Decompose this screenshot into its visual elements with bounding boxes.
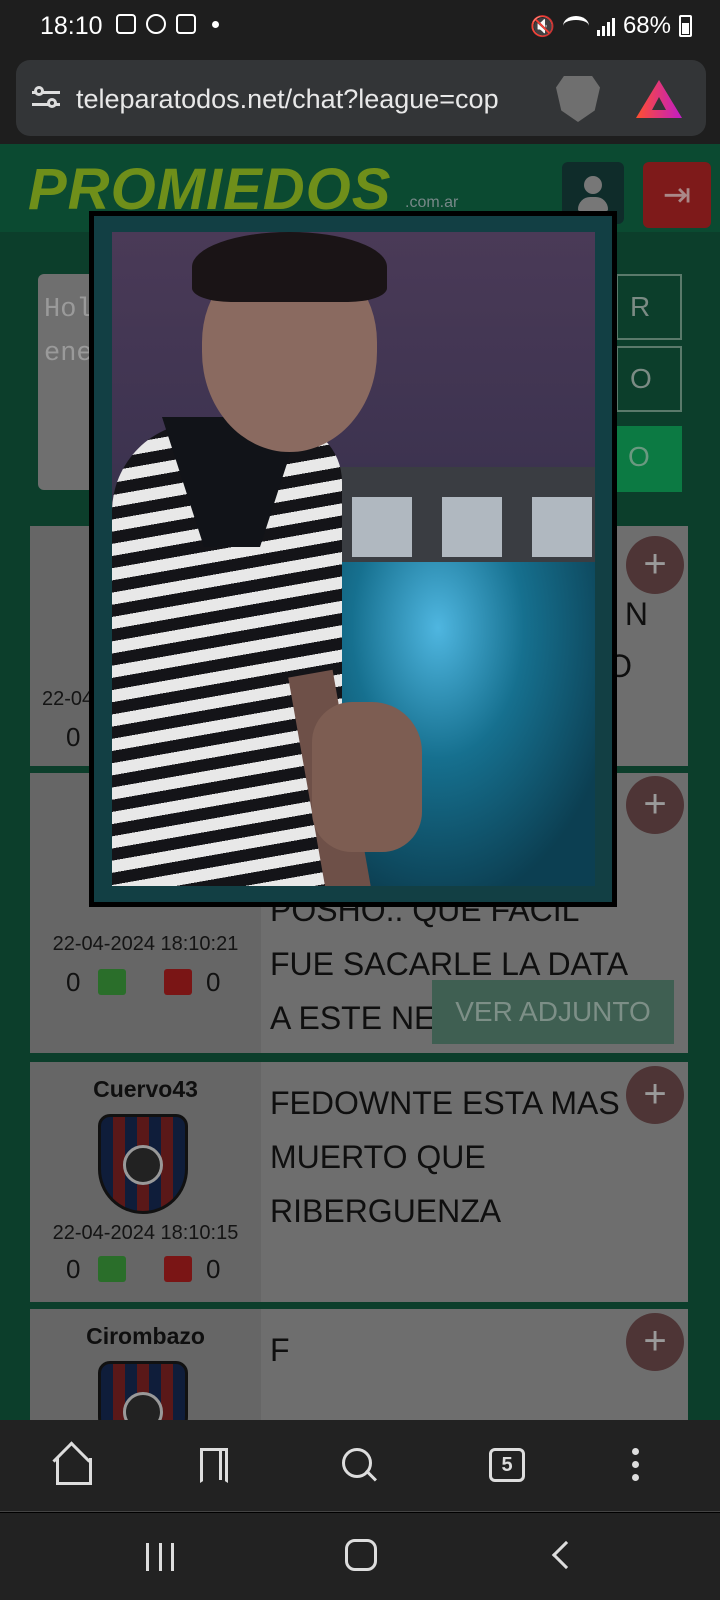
chat-post: Cuervo43 22-04-2024 18:10:15 0 0 FEDOWNT… — [30, 1062, 688, 1302]
photo-background-building — [332, 467, 595, 572]
post-message: FEDOWNTE ESTA MAS MUERTO QUE RIBERGUENZA — [270, 1085, 620, 1229]
view-attachment-button[interactable]: VER ADJUNTO — [432, 980, 674, 1044]
back-icon[interactable] — [551, 1540, 581, 1570]
club-badge-icon — [98, 1114, 188, 1214]
chat-post: Cirombazo F + — [30, 1309, 688, 1420]
photo-person-hand — [312, 702, 422, 852]
compose-button-1[interactable]: R — [616, 274, 682, 340]
wifi-icon — [562, 16, 589, 36]
logout-icon: ⇥ — [662, 176, 692, 214]
signal-icon — [596, 16, 615, 36]
gallery-icon — [116, 14, 136, 34]
system-navigation-bar — [0, 1513, 720, 1600]
recent-apps-icon[interactable] — [146, 1543, 174, 1571]
attachment-photo — [112, 232, 595, 886]
post-date: 22-04-2024 18:10:15 — [52, 1222, 239, 1244]
post-plus-button[interactable]: + — [626, 536, 684, 594]
home-icon[interactable] — [52, 1444, 96, 1488]
bookmark-icon[interactable] — [190, 1444, 234, 1488]
user-icon — [584, 176, 602, 194]
send-button[interactable]: O — [616, 426, 682, 492]
post-plus-button[interactable]: + — [626, 1066, 684, 1124]
mute-icon: 🔇 — [530, 15, 555, 38]
post-plus-button[interactable]: + — [626, 1313, 684, 1371]
site-logo-domain: .com.ar — [405, 194, 459, 211]
attachment-image-modal[interactable] — [89, 211, 617, 907]
address-bar[interactable]: teleparatodos.net/chat?league=cop — [16, 60, 706, 136]
more-menu-icon[interactable] — [632, 1444, 642, 1488]
photo-person-hair — [192, 232, 387, 302]
battery-icon — [679, 15, 692, 37]
system-home-icon[interactable] — [345, 1539, 377, 1571]
status-right: 🔇 68% — [530, 12, 692, 40]
like-count: 0 — [66, 967, 81, 997]
compose-button-2[interactable]: O — [616, 346, 682, 412]
user-icon-body — [578, 197, 608, 211]
post-username[interactable]: Cirombazo — [30, 1323, 261, 1350]
site-settings-icon[interactable] — [32, 85, 60, 111]
url-text[interactable]: teleparatodos.net/chat?league=cop — [76, 84, 556, 115]
thumbs-up-icon[interactable] — [98, 969, 126, 995]
browser-toolbar: teleparatodos.net/chat?league=cop — [0, 52, 720, 144]
battery-percent: 68% — [622, 12, 671, 39]
post-message-fragment: N — [624, 596, 648, 632]
status-time: 18:10 — [40, 12, 103, 40]
post-plus-button[interactable]: + — [626, 776, 684, 834]
search-icon[interactable] — [338, 1444, 382, 1488]
like-count: 0 — [66, 722, 81, 752]
whatsapp-icon — [146, 14, 166, 34]
post-date: 22-04-2024 18:10:21 — [52, 933, 239, 955]
dislike-count: 0 — [206, 1254, 221, 1284]
brave-rewards-icon[interactable] — [636, 80, 682, 118]
thumbs-down-icon[interactable] — [164, 1256, 192, 1282]
post-username[interactable]: Cuervo43 — [30, 1076, 261, 1103]
media-icon — [176, 14, 196, 34]
thumbs-down-icon[interactable] — [164, 969, 192, 995]
more-notifications-dot-icon — [212, 20, 219, 28]
post-message: F — [270, 1332, 290, 1368]
tabs-count-icon[interactable]: 5 — [489, 1448, 525, 1482]
brave-shields-icon[interactable] — [556, 76, 600, 122]
status-bar: 18:10 🔇 68% — [0, 0, 720, 52]
notification-icons — [116, 14, 219, 34]
logout-button[interactable]: ⇥ — [643, 162, 711, 228]
thumbs-up-icon[interactable] — [98, 1256, 126, 1282]
browser-bottom-toolbar: 5 — [0, 1420, 720, 1512]
like-count: 0 — [66, 1254, 81, 1284]
club-badge-icon — [98, 1361, 188, 1420]
dislike-count: 0 — [206, 967, 221, 997]
